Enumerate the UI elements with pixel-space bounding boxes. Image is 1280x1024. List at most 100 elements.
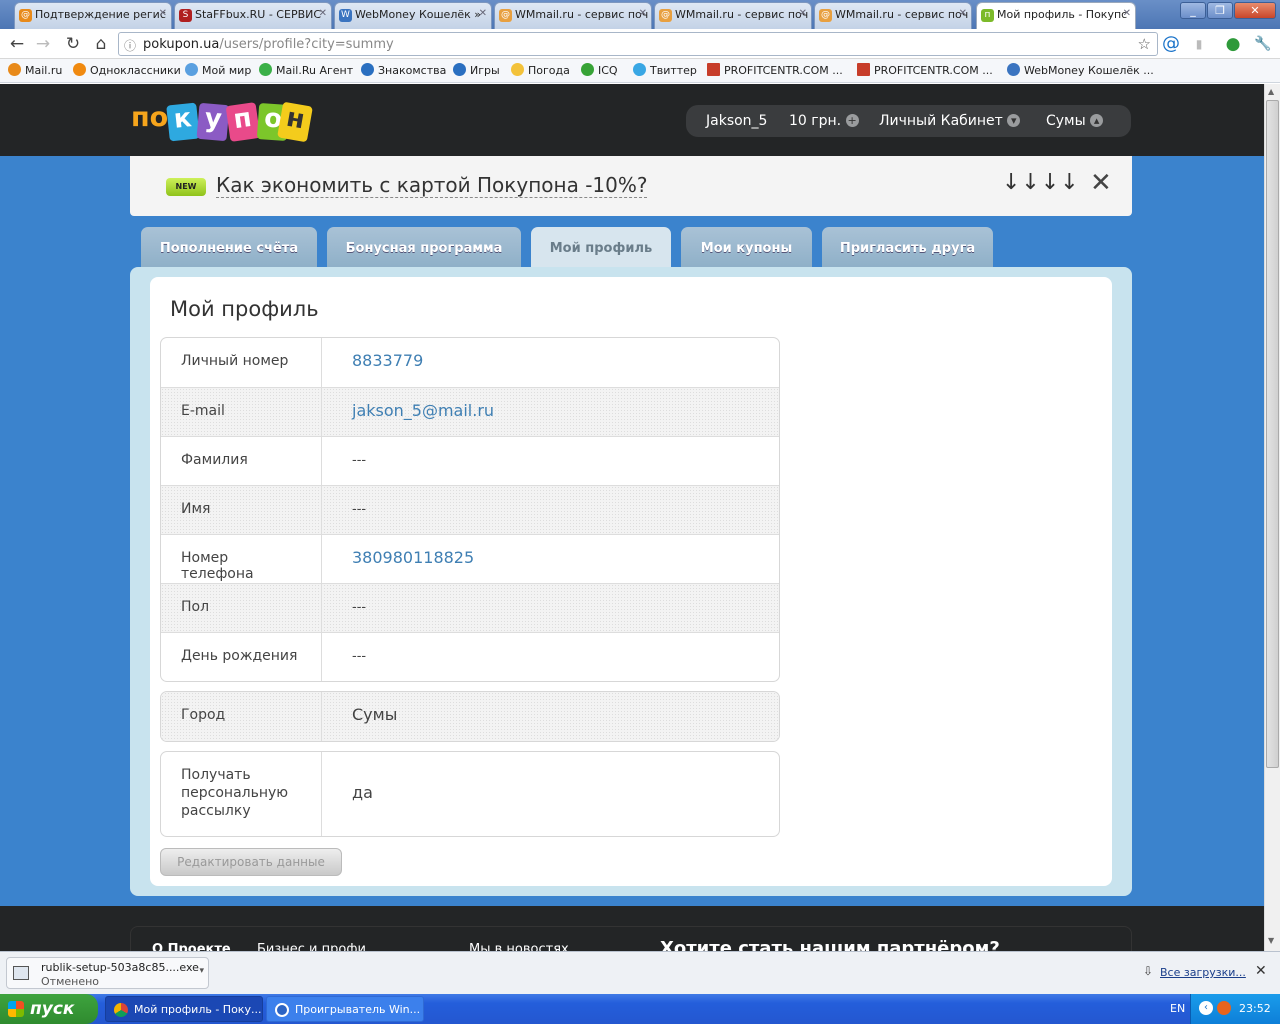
address-bar[interactable]: ⓘ pokupon.ua/users/profile?city=summy ☆ — [118, 32, 1158, 56]
row-value: --- — [352, 502, 367, 517]
bookmark-item[interactable]: ICQ — [581, 63, 618, 77]
close-icon[interactable]: ✕ — [1255, 963, 1267, 979]
bookmark-item[interactable]: PROFITCENTR.COM ... — [857, 63, 993, 77]
bookmark-item[interactable]: Одноклассники — [73, 63, 181, 77]
table-row: E-mail jakson_5@mail.ru — [161, 387, 779, 436]
language-indicator[interactable]: EN — [1170, 1002, 1185, 1015]
footer-link[interactable]: О Проекте — [152, 942, 231, 951]
tray-arrow-icon[interactable]: ‹ — [1199, 1001, 1213, 1015]
download-item[interactable]: rublik-setup-503a8c85....exe Отменено ▾ — [6, 957, 209, 989]
scrollbar-thumb[interactable] — [1266, 100, 1279, 768]
row-label: Личный номер — [161, 338, 322, 387]
tab-invite-friend[interactable]: Пригласить друга — [822, 227, 993, 267]
browser-tab[interactable]: @ WMmail.ru - сервис поч ✕ — [654, 2, 812, 29]
close-tab-icon[interactable]: ✕ — [479, 8, 487, 19]
balance-link[interactable]: 10 грн. + — [789, 113, 859, 129]
city-menu[interactable]: Сумы ▴ — [1046, 113, 1104, 129]
table-row: Получать персональную рассылку да — [161, 752, 779, 836]
tab-topup[interactable]: Пополнение счёта — [141, 227, 317, 267]
clock[interactable]: 23:52 — [1239, 1002, 1271, 1015]
wrench-icon[interactable]: 🔧 — [1252, 33, 1274, 55]
tray-app-icon[interactable] — [1217, 1001, 1231, 1015]
bookmark-star-icon[interactable]: ☆ — [1138, 35, 1151, 53]
row-label: День рождения — [161, 633, 322, 681]
tab-my-coupons[interactable]: Мои купоны — [681, 227, 812, 267]
username-link[interactable]: Jakson_5 — [706, 113, 767, 129]
scroll-up-icon[interactable]: ▲ — [1268, 87, 1274, 96]
bookmark-item[interactable]: Mail.ru — [8, 63, 62, 77]
extension-icon[interactable]: ● — [1222, 33, 1244, 55]
browser-tab[interactable]: S StaFFbux.RU - СЕРВИС ✕ — [174, 2, 332, 29]
plus-icon[interactable]: + — [845, 114, 859, 127]
wmmail-icon: @ — [659, 9, 672, 22]
webmoney-icon — [1007, 63, 1020, 76]
back-arrow-icon[interactable]: ← — [6, 33, 28, 55]
edit-profile-button[interactable]: Редактировать данные — [160, 848, 342, 876]
start-button[interactable]: пуск — [0, 994, 98, 1024]
page-scrollbar[interactable]: ▲ ▼ — [1264, 84, 1280, 951]
all-downloads-link[interactable]: Все загрузки... — [1160, 966, 1246, 979]
row-value: jakson_5@mail.ru — [352, 401, 495, 420]
chrome-icon — [114, 1003, 128, 1017]
tab-my-profile[interactable]: Мой профиль — [531, 227, 671, 267]
close-tab-icon[interactable]: ✕ — [959, 8, 967, 19]
bookmark-item[interactable]: PROFITCENTR.COM ... — [707, 63, 843, 77]
reload-icon[interactable]: ↻ — [62, 33, 84, 55]
agent-icon — [259, 63, 272, 76]
chevron-down-icon: ▾ — [1007, 114, 1021, 127]
downloads-arrow-icon: ⇩ — [1143, 964, 1154, 978]
signal-icon[interactable]: ▮ — [1188, 33, 1210, 55]
footer-link[interactable]: Бизнес и профи — [257, 942, 366, 951]
bookmarks-bar: Mail.ru Одноклассники Мой мир Mail.Ru Аг… — [0, 59, 1280, 83]
odnoklassniki-icon — [73, 63, 86, 76]
close-tab-icon[interactable]: ✕ — [319, 8, 327, 19]
minimize-button[interactable]: _ — [1180, 2, 1206, 19]
home-icon[interactable]: ⌂ — [90, 33, 112, 55]
browser-tab-active[interactable]: п Мой профиль - Покупс ✕ — [976, 2, 1136, 29]
promo-link[interactable]: Как экономить с картой Покупона -10%? — [216, 173, 648, 198]
browser-tab[interactable]: @ WMmail.ru - сервис поч ✕ — [494, 2, 652, 29]
url-host: pokupon.ua — [143, 37, 220, 52]
footer-link[interactable]: Мы в новостях — [469, 942, 569, 951]
dating-icon — [361, 63, 374, 76]
close-tab-icon[interactable]: ✕ — [799, 8, 807, 19]
table-row: Фамилия --- — [161, 436, 779, 485]
new-badge: NEW — [166, 178, 206, 196]
bookmark-item[interactable]: Mail.Ru Агент — [259, 63, 353, 77]
row-label: Номер телефона — [161, 535, 322, 583]
games-icon — [453, 63, 466, 76]
footer-partner-heading: Хотите стать нашим партнёром? — [660, 938, 1000, 951]
close-tab-icon[interactable]: ✕ — [639, 8, 647, 19]
close-tab-icon[interactable]: ✕ — [1123, 8, 1131, 19]
browser-tab[interactable]: W WebMoney Кошелёк » ✕ — [334, 2, 492, 29]
row-value: --- — [352, 453, 367, 468]
system-tray: ‹ 23:52 — [1190, 994, 1280, 1024]
close-tab-icon[interactable]: ✕ — [159, 8, 167, 19]
forward-arrow-icon[interactable]: → — [32, 33, 54, 55]
close-icon[interactable]: ✕ — [1090, 168, 1112, 198]
city-table: Город Сумы — [160, 691, 780, 742]
mail-at-icon[interactable]: @ — [1160, 33, 1182, 55]
mailru-icon — [8, 63, 21, 76]
cabinet-menu[interactable]: Личный Кабинет ▾ — [879, 113, 1021, 129]
browser-tab[interactable]: @ Подтверждение регис ✕ — [14, 2, 172, 29]
table-row: День рождения --- — [161, 632, 779, 681]
bookmark-item[interactable]: WebMoney Кошелёк ... — [1007, 63, 1154, 77]
bookmark-item[interactable]: Погода — [511, 63, 570, 77]
scroll-down-icon[interactable]: ▼ — [1268, 936, 1274, 945]
browser-tab[interactable]: @ WMmail.ru - сервис поч ✕ — [814, 2, 972, 29]
taskbar-item-browser[interactable]: Мой профиль - Поку... — [105, 996, 263, 1022]
chevron-down-icon[interactable]: ▾ — [199, 966, 204, 976]
bookmark-item[interactable]: Твиттер — [633, 63, 697, 77]
bookmark-item[interactable]: Мой мир — [185, 63, 251, 77]
row-label: Имя — [161, 486, 322, 534]
site-header: по к у п о н Jakson_5 10 грн. + Личный К… — [0, 84, 1264, 156]
restore-button[interactable]: ❐ — [1207, 2, 1233, 19]
promo-banner: NEW Как экономить с картой Покупона -10%… — [130, 156, 1132, 216]
bookmark-item[interactable]: Знакомства — [361, 63, 446, 77]
taskbar-item-player[interactable]: Проигрыватель Win... — [266, 996, 424, 1022]
row-label: Город — [161, 692, 322, 741]
bookmark-item[interactable]: Игры — [453, 63, 500, 77]
window-close-button[interactable]: ✕ — [1234, 2, 1276, 19]
tab-bonus[interactable]: Бонусная программа — [327, 227, 521, 267]
